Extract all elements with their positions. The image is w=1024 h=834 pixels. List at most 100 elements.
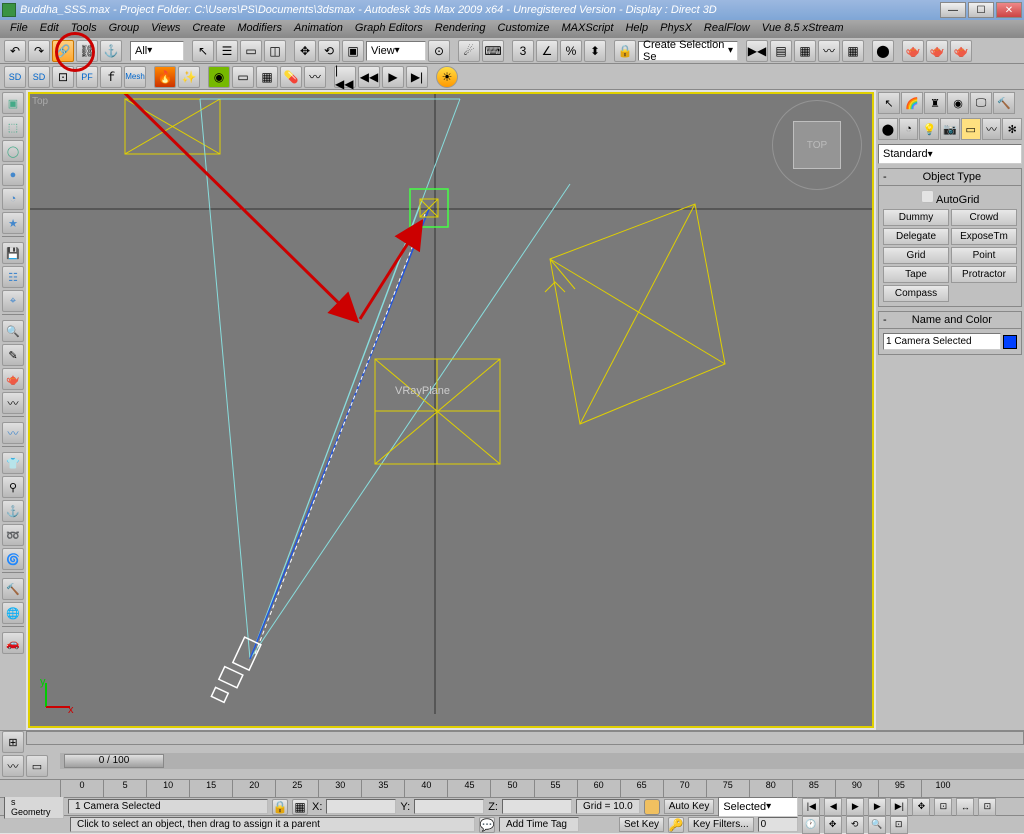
dummy-button[interactable]: Dummy — [883, 209, 949, 226]
subcategory-dropdown[interactable]: Standard ▾ — [878, 144, 1022, 164]
star-tool-icon[interactable]: ★ — [2, 212, 24, 234]
menu-views[interactable]: Views — [145, 20, 186, 38]
x-input[interactable] — [326, 799, 396, 814]
geom-flyout[interactable]: s Geometry — [4, 795, 64, 819]
y-input[interactable] — [414, 799, 484, 814]
grid-button[interactable]: Grid — [883, 247, 949, 264]
viewport-scrollbar[interactable] — [26, 731, 1024, 745]
goto-start-button[interactable]: |◀ — [802, 798, 820, 816]
region-select-icon[interactable]: ▭ — [240, 40, 262, 62]
move-icon[interactable]: ✥ — [294, 40, 316, 62]
minimize-button[interactable]: — — [940, 2, 966, 18]
redo-icon[interactable]: ↷ — [28, 40, 50, 62]
goto-end-button[interactable]: ▶| — [890, 798, 908, 816]
scale-icon[interactable]: ▣ — [342, 40, 364, 62]
rays-icon[interactable]: ✨ — [178, 66, 200, 88]
box-icon[interactable]: ▭ — [232, 66, 254, 88]
time-config-icon[interactable]: 🕐 — [802, 816, 820, 834]
time-tag[interactable]: Add Time Tag — [499, 817, 579, 832]
link-icon[interactable]: 🔗 — [52, 40, 74, 62]
anchor-tool-icon[interactable]: ⚓ — [2, 500, 24, 522]
cylinder-tool-icon[interactable]: ⌖ — [2, 290, 24, 312]
trackbar-icon[interactable]: ▭ — [26, 755, 48, 777]
sun-icon[interactable]: ☀ — [436, 66, 458, 88]
fluid-icon[interactable]: 〰 — [304, 66, 326, 88]
water-tool-icon[interactable]: 〰 — [2, 422, 24, 444]
undo-icon[interactable]: ↶ — [4, 40, 26, 62]
modify-tab-icon[interactable]: 🌈 — [901, 92, 923, 114]
teapot-tool-icon[interactable]: 🫖 — [2, 368, 24, 390]
color-swatch[interactable] — [1003, 335, 1017, 349]
viewcube-face[interactable]: TOP — [793, 121, 841, 169]
key-lock-icon[interactable] — [644, 799, 660, 815]
menu-edit[interactable]: Edit — [34, 20, 65, 38]
nav3-icon[interactable]: ↔ — [956, 798, 974, 816]
crowd-button[interactable]: Crowd — [951, 209, 1017, 226]
nvidia-icon[interactable]: ◉ — [208, 66, 230, 88]
setkey-button[interactable]: Set Key — [619, 817, 664, 832]
magnifier-tool-icon[interactable]: 🔍 — [2, 320, 24, 342]
comm-center-icon[interactable]: 💬 — [479, 817, 495, 833]
helpers-cat-icon[interactable]: ▭ — [961, 118, 981, 140]
sphere-tool-icon[interactable]: ● — [2, 164, 24, 186]
geometry-cat-icon[interactable]: ⬤ — [878, 118, 898, 140]
render-frame-icon[interactable]: 🫖 — [926, 40, 948, 62]
stack-tool-icon[interactable]: ☷ — [2, 266, 24, 288]
hammer-tool-icon[interactable]: 🔨 — [2, 578, 24, 600]
motion-tab-icon[interactable]: ◉ — [947, 92, 969, 114]
sd2-icon[interactable]: SD — [28, 66, 50, 88]
nav2-icon[interactable]: ⊡ — [934, 798, 952, 816]
lock-selection-icon[interactable]: 🔒 — [272, 799, 288, 815]
window-crossing-icon[interactable]: ◫ — [264, 40, 286, 62]
point-button[interactable]: Point — [951, 247, 1017, 264]
named-selection-dropdown[interactable]: Create Selection Se▾ — [638, 41, 738, 61]
delegate-button[interactable]: Delegate — [883, 228, 949, 245]
hierarchy-tab-icon[interactable]: ♜ — [924, 92, 946, 114]
menu-maxscript[interactable]: MAXScript — [556, 20, 620, 38]
menu-help[interactable]: Help — [619, 20, 654, 38]
pivot-icon[interactable]: ⊙ — [428, 40, 450, 62]
schematic-icon[interactable]: ▦ — [842, 40, 864, 62]
time-slider[interactable]: 0 / 100 — [60, 753, 1024, 769]
systems-cat-icon[interactable]: ✻ — [1002, 118, 1022, 140]
menu-animation[interactable]: Animation — [288, 20, 349, 38]
torus-tool-icon[interactable]: ◯ — [2, 140, 24, 162]
key-icon[interactable]: 🔑 — [668, 817, 684, 833]
hook-tool-icon[interactable]: ⚲ — [2, 476, 24, 498]
display-tab-icon[interactable]: 🖵 — [970, 92, 992, 114]
keymode-dropdown[interactable]: Selected ▾ — [718, 797, 798, 817]
spinner-snap-icon[interactable]: ⬍ — [584, 40, 606, 62]
bind-icon[interactable]: ⚓ — [100, 40, 122, 62]
keyfilters-button[interactable]: Key Filters... — [688, 817, 754, 832]
align-icon[interactable]: ▤ — [770, 40, 792, 62]
select-icon[interactable]: ↖ — [192, 40, 214, 62]
mini-curve-icon[interactable]: 〰 — [2, 755, 24, 777]
menu-group[interactable]: Group — [103, 20, 146, 38]
time-slider-handle[interactable]: 0 / 100 — [64, 754, 164, 768]
nav8-icon[interactable]: ⊡ — [890, 816, 908, 834]
disk-tool-icon[interactable]: 💾 — [2, 242, 24, 264]
percent-snap-icon[interactable]: % — [560, 40, 582, 62]
geo-tool-icon[interactable]: ⬚ — [2, 116, 24, 138]
current-frame-input[interactable] — [758, 817, 798, 832]
eval-icon[interactable]: ｆ — [100, 66, 122, 88]
select-name-icon[interactable]: ☰ — [216, 40, 238, 62]
menu-customize[interactable]: Customize — [492, 20, 556, 38]
nav6-icon[interactable]: ⟲ — [846, 816, 864, 834]
grid-icon[interactable]: ▦ — [256, 66, 278, 88]
play-button[interactable]: ▶ — [846, 798, 864, 816]
utilities-tab-icon[interactable]: 🔨 — [993, 92, 1015, 114]
lights-cat-icon[interactable]: 💡 — [919, 118, 939, 140]
keymode-icon[interactable]: ⌨ — [482, 40, 504, 62]
goto-end-icon[interactable]: ▶| — [406, 66, 428, 88]
object-name-input[interactable] — [883, 333, 1001, 350]
wave-tool-icon[interactable]: 〰 — [2, 392, 24, 414]
wind-tool-icon[interactable]: 🌀 — [2, 548, 24, 570]
render-setup-icon[interactable]: 🫖 — [902, 40, 924, 62]
pill-icon[interactable]: 💊 — [280, 66, 302, 88]
protractor-button[interactable]: Protractor — [951, 266, 1017, 283]
menu-physx[interactable]: PhysX — [654, 20, 698, 38]
next-frame-button[interactable]: ▶ — [868, 798, 886, 816]
menu-realflow[interactable]: RealFlow — [698, 20, 756, 38]
exposetm-button[interactable]: ExposeTm — [951, 228, 1017, 245]
